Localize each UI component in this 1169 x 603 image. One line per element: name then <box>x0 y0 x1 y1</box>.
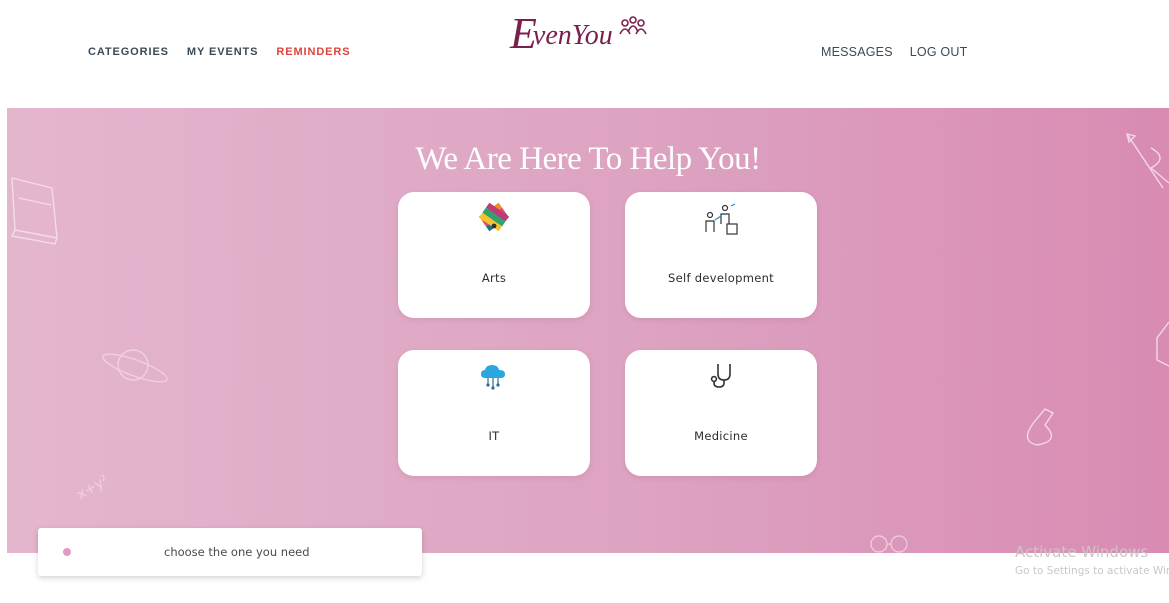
evenyou-logo[interactable]: EvenYou <box>506 8 666 78</box>
watermark-title: Activate Windows <box>1015 543 1149 561</box>
book-edge-doodle-icon <box>1156 321 1169 367</box>
planet-doodle-icon <box>102 349 168 383</box>
nav-my-events-link[interactable]: MY EVENTS <box>187 46 258 58</box>
nav-reminders-link[interactable]: REMINDERS <box>276 46 350 58</box>
palette-swatch-icon <box>398 202 590 238</box>
category-card-medicine[interactable]: Medicine <box>625 350 817 476</box>
card-label: IT <box>488 429 500 443</box>
svg-text:x+y²: x+y² <box>74 472 111 503</box>
card-label: Medicine <box>694 429 748 443</box>
instruction-text: choose the one you need <box>164 545 310 559</box>
watermark-subtitle: Go to Settings to activate Windows. <box>1015 565 1169 577</box>
math-formula-doodle-icon: x+y² <box>74 472 111 503</box>
card-label: Self development <box>668 271 774 285</box>
cloud-network-icon <box>398 360 590 396</box>
stethoscope-icon <box>625 360 817 396</box>
top-navbar: CATEGORIES MY EVENTS REMINDERS EvenYou M… <box>0 0 1169 108</box>
logo-wordmark: EvenYou <box>510 9 613 58</box>
hero-title: We Are Here To Help You! <box>415 141 761 177</box>
book-doodle-icon <box>10 177 58 245</box>
card-label: Arts <box>481 271 507 285</box>
nav-categories-link[interactable]: CATEGORIES <box>88 46 169 58</box>
category-card-self-development[interactable]: Self development <box>625 192 817 318</box>
people-flower-icon <box>619 16 647 35</box>
instruction-tooltip: choose the one you need <box>38 528 422 576</box>
nav-logout-link[interactable]: LOG OUT <box>910 45 968 59</box>
presentation-people-icon <box>625 202 817 238</box>
secondary-nav: MESSAGES LOG OUT <box>821 45 967 59</box>
hero-banner: x+y² We Are Here To Help You! Arts Self … <box>7 108 1169 553</box>
category-card-arts[interactable]: Arts <box>398 192 590 318</box>
activate-windows-watermark: Activate Windows Go to Settings to activ… <box>1015 543 1169 578</box>
category-card-it[interactable]: IT <box>398 350 590 476</box>
primary-nav: CATEGORIES MY EVENTS REMINDERS <box>88 46 351 58</box>
nav-messages-link[interactable]: MESSAGES <box>821 45 893 59</box>
glasses-doodle-icon <box>870 535 908 553</box>
bullet-dot-icon <box>63 548 71 556</box>
flask-doodle-icon <box>1026 408 1055 446</box>
